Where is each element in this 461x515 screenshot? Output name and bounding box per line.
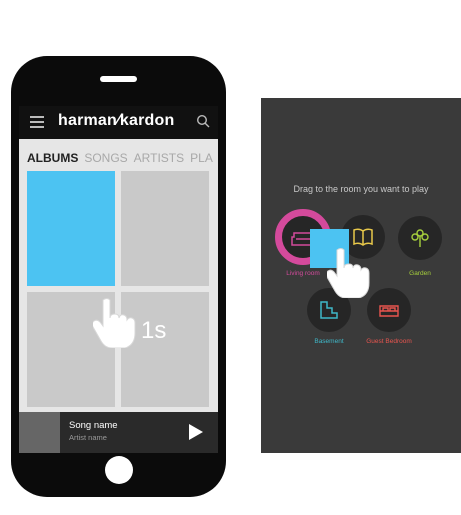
plant-icon: [411, 229, 429, 247]
book-icon: [353, 228, 373, 246]
bed-icon: [379, 305, 399, 317]
phone-screen: harman∕kardon ALBUMS SONGS ARTISTS PLA 1s S…: [19, 106, 218, 453]
album-art-thumbnail: [19, 412, 60, 453]
album-tile-selected[interactable]: [27, 171, 115, 286]
library-tabs: ALBUMS SONGS ARTISTS PLA: [27, 151, 218, 167]
drag-instruction: Drag to the room you want to play: [293, 184, 429, 194]
song-title: Song name: [69, 420, 118, 431]
room-label-garden: Garden: [409, 270, 431, 277]
drag-hand-icon: [327, 248, 370, 298]
room-garden[interactable]: [398, 216, 442, 260]
now-playing-bar[interactable]: Song name Artist name: [19, 412, 218, 453]
app-header: harman∕kardon: [19, 106, 218, 139]
stairs-icon: [320, 301, 338, 319]
brand-logo: harman∕kardon: [58, 112, 175, 129]
tab-songs[interactable]: SONGS: [84, 151, 127, 165]
search-icon[interactable]: [196, 114, 210, 128]
tab-albums[interactable]: ALBUMS: [27, 151, 78, 165]
touch-hand-icon: [93, 298, 136, 348]
room-label-guest-bedroom: Guest Bedroom: [366, 338, 412, 345]
hold-duration-label: 1s: [141, 317, 167, 344]
album-grid: [27, 171, 210, 407]
album-tile[interactable]: [121, 171, 209, 286]
tab-playlists[interactable]: PLA: [190, 151, 213, 165]
phone-speaker: [100, 76, 137, 82]
hamburger-menu-icon[interactable]: [30, 116, 44, 128]
room-guest-bedroom[interactable]: [367, 288, 411, 332]
tab-artists[interactable]: ARTISTS: [134, 151, 184, 165]
artist-name: Artist name: [69, 433, 107, 442]
play-icon[interactable]: [189, 424, 203, 440]
home-button[interactable]: [105, 456, 133, 484]
room-selection-panel: Drag to the room you want to play Living…: [261, 98, 461, 453]
phone-device: harman∕kardon ALBUMS SONGS ARTISTS PLA 1s S…: [11, 56, 226, 497]
